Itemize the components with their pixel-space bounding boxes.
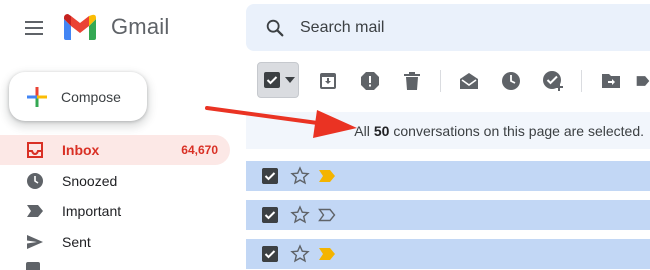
report-spam-button[interactable] xyxy=(358,69,382,93)
sidebar-item-inbox[interactable]: Inbox 64,670 xyxy=(0,135,230,165)
delete-button[interactable] xyxy=(400,69,424,93)
row-checkbox[interactable] xyxy=(262,246,278,262)
snooze-icon xyxy=(502,72,520,90)
compose-button[interactable]: Compose xyxy=(9,72,147,121)
sidebar-item-important[interactable]: Important xyxy=(0,196,230,226)
gmail-logo-icon[interactable] xyxy=(62,13,98,41)
move-to-button[interactable] xyxy=(599,69,623,93)
inbox-icon xyxy=(26,141,44,159)
sidebar-item-label: Snoozed xyxy=(62,173,118,189)
main-menu-button[interactable] xyxy=(22,16,46,40)
star-icon[interactable] xyxy=(290,205,310,225)
compose-label: Compose xyxy=(61,88,121,105)
checkbox-checked-icon xyxy=(264,72,280,88)
star-icon[interactable] xyxy=(290,166,310,186)
sidebar-item-sent[interactable]: Sent xyxy=(0,227,230,257)
clock-icon xyxy=(26,172,44,190)
sidebar-item-snoozed[interactable]: Snoozed xyxy=(0,166,230,196)
snooze-button[interactable] xyxy=(499,69,523,93)
add-to-tasks-button[interactable] xyxy=(541,69,565,93)
row-checkbox[interactable] xyxy=(262,207,278,223)
send-icon xyxy=(26,233,44,251)
important-marker-icon[interactable] xyxy=(318,169,336,183)
table-row[interactable] xyxy=(246,239,650,269)
toolbar-divider xyxy=(581,70,582,92)
row-divider xyxy=(246,191,650,193)
important-marker-icon[interactable] xyxy=(318,247,336,261)
labels-button[interactable] xyxy=(636,69,650,93)
table-row[interactable] xyxy=(246,161,650,191)
search-bar[interactable] xyxy=(246,4,650,51)
mark-as-read-icon xyxy=(460,73,478,89)
delete-icon xyxy=(404,72,420,90)
label-icon xyxy=(636,76,650,86)
search-input[interactable] xyxy=(300,18,600,37)
report-spam-icon xyxy=(361,72,379,90)
annotation-arrow-icon xyxy=(205,106,357,138)
table-row[interactable] xyxy=(246,200,650,230)
move-to-icon xyxy=(602,74,620,88)
sidebar-item-label: Inbox xyxy=(62,142,100,158)
chevron-down-icon xyxy=(285,77,295,83)
row-checkbox[interactable] xyxy=(262,168,278,184)
search-icon[interactable] xyxy=(264,17,286,39)
row-divider xyxy=(246,230,650,232)
select-all-checkbox[interactable] xyxy=(257,62,299,98)
banner-suffix: conversations on this page are selected. xyxy=(393,122,644,139)
toolbar-divider xyxy=(440,70,441,92)
archive-button[interactable] xyxy=(316,69,340,93)
sidebar-item-clipped xyxy=(62,264,90,270)
important-marker-outline-icon[interactable] xyxy=(318,208,336,222)
archive-icon xyxy=(320,73,336,89)
sidebar-item-label: Sent xyxy=(62,234,91,250)
drafts-icon xyxy=(26,262,40,270)
selected-count: 50 xyxy=(373,122,390,139)
label-important-icon xyxy=(26,202,44,220)
hamburger-menu-icon xyxy=(25,21,43,35)
add-to-tasks-icon xyxy=(543,71,563,91)
gmail-brand-text: Gmail xyxy=(111,14,170,39)
mark-as-read-button[interactable] xyxy=(457,69,481,93)
compose-plus-icon xyxy=(27,86,47,107)
sidebar-item-label: Important xyxy=(62,203,122,219)
star-icon[interactable] xyxy=(290,244,310,264)
